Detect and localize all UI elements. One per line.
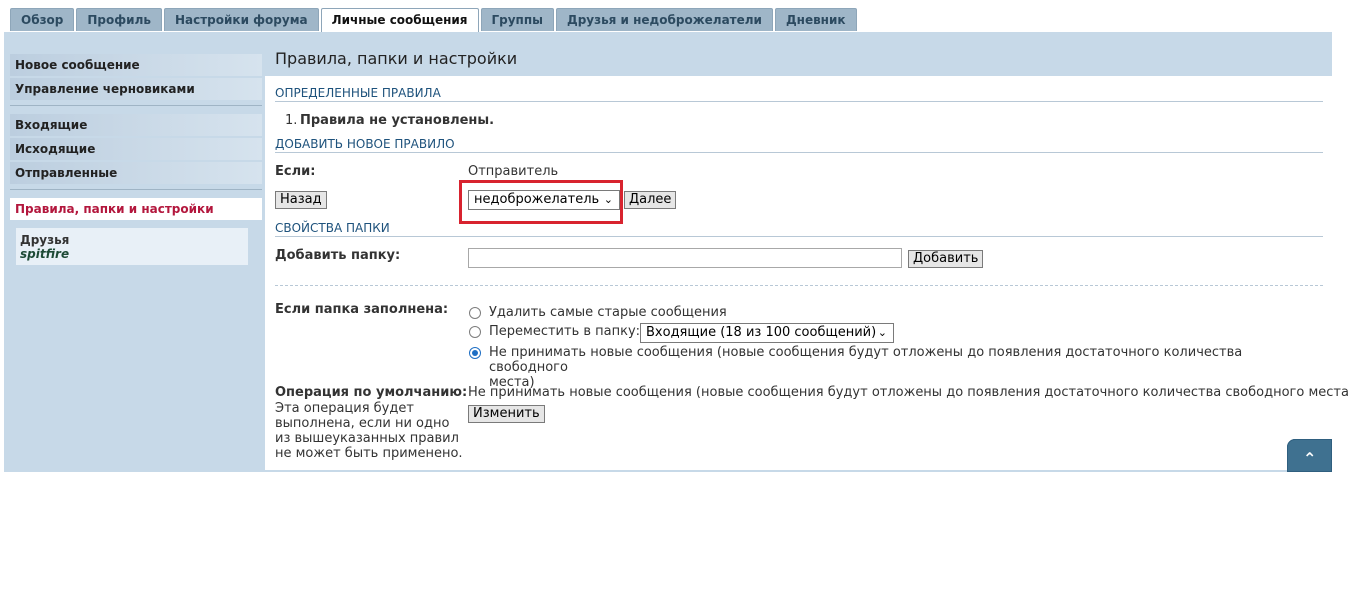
- chevron-down-icon: ⌄: [603, 193, 613, 206]
- if-label: Если:: [275, 164, 316, 179]
- default-desc-line2: выполнена, если ни одно: [275, 416, 450, 431]
- radio-hold-messages[interactable]: [469, 347, 481, 359]
- default-operation-value: Не принимать новые сообщения (новые сооб…: [468, 385, 1348, 400]
- sidebar-item-drafts[interactable]: Управление черновиками: [10, 78, 262, 100]
- default-desc-line4: не может быть применено.: [275, 446, 463, 461]
- add-folder-button[interactable]: Добавить: [908, 250, 984, 268]
- option-delete-oldest-label: Удалить самые старые сообщения: [489, 305, 727, 320]
- friends-box: Друзья spitfire: [16, 228, 248, 265]
- default-desc-line3: из вышеуказанных правил: [275, 431, 459, 446]
- change-button[interactable]: Изменить: [468, 405, 545, 423]
- tab-friends-foes[interactable]: Друзья и недоброжелатели: [556, 8, 773, 31]
- sidebar: Новое сообщение Управление черновиками В…: [10, 54, 262, 265]
- friends-label: Друзья: [20, 233, 70, 247]
- add-rule-heading: ДОБАВИТЬ НОВОЕ ПРАВИЛО: [275, 137, 1323, 153]
- no-rules-text: Правила не установлены.: [300, 113, 495, 128]
- defined-rules-heading: ОПРЕДЕЛЕННЫЕ ПРАВИЛА: [275, 86, 1323, 102]
- page-title: Правила, папки и настройки: [275, 49, 518, 68]
- add-folder-label: Добавить папку:: [275, 248, 401, 263]
- sidebar-item-new-message[interactable]: Новое сообщение: [10, 54, 262, 76]
- sidebar-item-rules-folders[interactable]: Правила, папки и настройки: [10, 198, 262, 220]
- tab-diary[interactable]: Дневник: [774, 8, 857, 31]
- sidebar-item-outbox[interactable]: Исходящие: [10, 138, 262, 160]
- friend-link[interactable]: spitfire: [20, 247, 244, 261]
- default-desc-line1: Эта операция будет: [275, 401, 414, 416]
- sidebar-divider: [10, 189, 262, 190]
- option-hold-line1: Не принимать новые сообщения (новые сооб…: [489, 345, 1243, 375]
- default-operation-description: Эта операция будет выполнена, если ни од…: [275, 401, 463, 461]
- radio-delete-oldest[interactable]: [469, 307, 481, 319]
- move-folder-select[interactable]: Входящие (18 из 100 сообщений) ⌄: [640, 323, 894, 343]
- rule-value-text: недоброжелатель: [474, 192, 600, 207]
- add-folder-input[interactable]: [468, 248, 902, 268]
- folder-full-label: Если папка заполнена:: [275, 302, 449, 317]
- back-button[interactable]: Назад: [275, 191, 327, 209]
- main-content: ОПРЕДЕЛЕННЫЕ ПРАВИЛА 1. Правила не устан…: [265, 76, 1348, 470]
- sidebar-item-sent[interactable]: Отправленные: [10, 162, 262, 184]
- chevron-up-icon: ⌃: [1303, 449, 1317, 468]
- tab-bar: Обзор Профиль Настройки форума Личные со…: [10, 8, 859, 33]
- tab-overview[interactable]: Обзор: [10, 8, 75, 31]
- chevron-down-icon: ⌄: [877, 326, 887, 339]
- default-operation-label: Операция по умолчанию:: [275, 385, 468, 400]
- tab-forum-settings[interactable]: Настройки форума: [163, 8, 319, 31]
- option-move-label: Переместить в папку:: [489, 324, 641, 339]
- rule-number: 1.: [285, 113, 298, 128]
- sidebar-item-inbox[interactable]: Входящие: [10, 114, 262, 136]
- sender-text: Отправитель: [468, 164, 559, 179]
- radio-move-to-folder[interactable]: [469, 326, 481, 338]
- folder-properties-heading: СВОЙСТВА ПАПКИ: [275, 221, 1323, 237]
- scroll-to-top-button[interactable]: ⌃: [1287, 439, 1332, 472]
- move-folder-value: Входящие (18 из 100 сообщений): [646, 325, 877, 340]
- tab-groups[interactable]: Группы: [480, 8, 554, 31]
- rule-value-select[interactable]: недоброжелатель ⌄: [468, 190, 620, 210]
- tab-private-messages[interactable]: Личные сообщения: [320, 8, 479, 33]
- section-divider: [275, 285, 1323, 286]
- next-button[interactable]: Далее: [624, 191, 677, 209]
- option-hold-label: Не принимать новые сообщения (новые сооб…: [489, 345, 1309, 390]
- tab-profile[interactable]: Профиль: [76, 8, 162, 31]
- sidebar-divider: [10, 105, 262, 106]
